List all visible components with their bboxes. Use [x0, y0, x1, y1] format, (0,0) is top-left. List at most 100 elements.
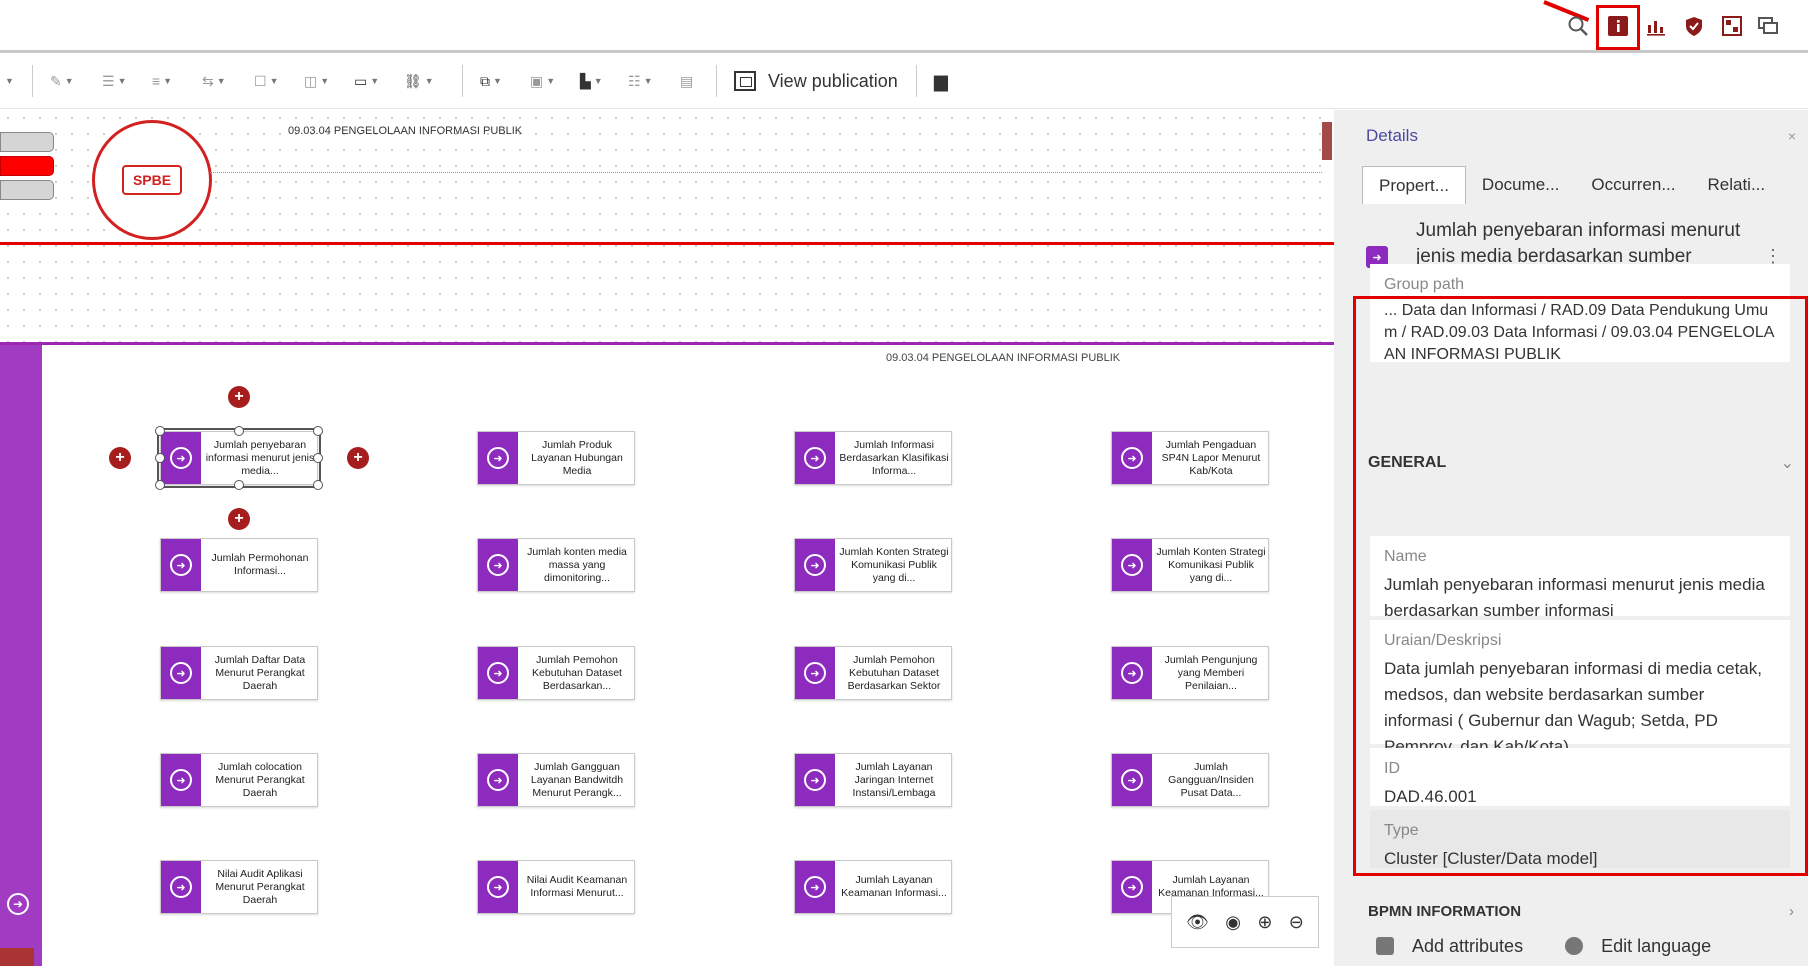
type-field: Type Cluster [Cluster/Data model]	[1370, 810, 1790, 868]
resize-handle[interactable]	[155, 426, 165, 436]
diagram-node[interactable]: ➜ Jumlah Gangguan Layanan Bandwitdh Menur…	[477, 753, 635, 807]
node-icon-bar: ➜	[795, 754, 835, 806]
left-tab-2[interactable]	[0, 156, 54, 176]
node-icon-bar: ➜	[1112, 647, 1152, 699]
comment-icon[interactable]	[1756, 14, 1780, 38]
align-tool[interactable]: ⇆ ▼	[202, 69, 226, 93]
tab-relations[interactable]: Relati...	[1692, 166, 1782, 204]
node-icon-bar: ➜	[161, 432, 201, 484]
left-tab-3[interactable]	[0, 180, 54, 200]
diagram-node[interactable]: ➜ Jumlah Permohonan Informasi...	[160, 538, 318, 592]
add-attributes-button[interactable]: Add attributes	[1376, 936, 1523, 957]
chevron-down-icon: ⌄	[1780, 455, 1794, 472]
resize-handle[interactable]	[234, 480, 244, 490]
top-icon-bar	[0, 0, 1808, 50]
frame-tool[interactable]: ▣ ▼	[530, 69, 555, 93]
cluster-icon: ➜	[1121, 769, 1143, 791]
diagram-canvas[interactable]: SPBE 09.03.04 PENGELOLAAN INFORMASI PUBL…	[0, 110, 1334, 966]
line-style-tool[interactable]: ☰ ▼	[102, 69, 126, 93]
add-left-button[interactable]: +	[109, 447, 131, 469]
header-label: 09.03.04 PENGELOLAAN INFORMASI PUBLIK	[288, 125, 523, 137]
resize-handle[interactable]	[234, 426, 244, 436]
page-tool[interactable]: ▤	[680, 69, 693, 93]
toolbar-dropdown-caret[interactable]: ▼	[2, 69, 14, 93]
publication-icon	[734, 71, 756, 91]
shape-tool[interactable]: ◫ ▼	[304, 69, 329, 93]
resize-handle[interactable]	[155, 480, 165, 490]
shield-icon[interactable]	[1682, 14, 1706, 38]
tab-properties[interactable]: Propert...	[1362, 166, 1466, 204]
node-label: Jumlah Pengunjung yang Memberi Penilaian…	[1164, 653, 1258, 692]
diagram-node[interactable]: ➜ Jumlah Pemohon Kebutuhan Dataset Berdas…	[477, 646, 635, 700]
link-tool[interactable]: ⛓ ▼	[404, 69, 434, 93]
add-below-button[interactable]: +	[228, 508, 250, 530]
zoom-out-icon[interactable]: ⊖	[1289, 912, 1304, 933]
bpmn-label: BPMN INFORMATION	[1368, 902, 1522, 920]
add-above-button[interactable]: +	[228, 386, 250, 408]
line-weight-tool[interactable]: ≡ ▼	[152, 69, 172, 93]
description-label: Uraian/Deskripsi	[1384, 632, 1502, 649]
resize-handle[interactable]	[155, 453, 165, 463]
diagram-node[interactable]: ➜ Nilai Audit Aplikasi Menurut Perangkat …	[160, 860, 318, 914]
diagram-node[interactable]: ➜ Jumlah Daftar Data Menurut Perangkat Da…	[160, 646, 318, 700]
group-path-label: Group path	[1384, 276, 1465, 293]
diagram-node[interactable]: ➜ Jumlah Produk Layanan Hubungan Media	[477, 431, 635, 485]
node-label: Jumlah Konten Strategi Komunikasi Publik…	[1156, 545, 1266, 584]
cluster-icon: ➜	[804, 876, 826, 898]
diagram-node[interactable]: ➜ Jumlah colocation Menurut Perangkat Dae…	[160, 753, 318, 807]
add-comment-icon[interactable]: ▆	[934, 69, 948, 93]
left-tab-1[interactable]	[0, 132, 54, 152]
diagram-node[interactable]: ➜ Nilai Audit Keamanan Informasi Menurut.…	[477, 860, 635, 914]
diagram-node[interactable]: ➜ Jumlah Konten Strategi Komunikasi Publi…	[1111, 538, 1269, 592]
cluster-icon: ➜	[487, 769, 509, 791]
pool-left-band[interactable]: ➜	[0, 345, 42, 966]
node-label: Jumlah Pemohon Kebutuhan Dataset Berdasa…	[532, 653, 622, 692]
cluster-icon: ➜	[804, 554, 826, 576]
resize-handle[interactable]	[313, 480, 323, 490]
zoom-in-icon[interactable]: ⊕	[1257, 912, 1272, 933]
panel-tabs: Propert... Docume... Occurren... Relati.…	[1362, 166, 1781, 204]
tab-documents[interactable]: Docume...	[1466, 166, 1575, 204]
node-label: Jumlah Informasi Berdasarkan Klasifikasi…	[839, 438, 949, 477]
edit-language-button[interactable]: Edit language	[1565, 936, 1711, 957]
node-label: Jumlah Produk Layanan Hubungan Media	[531, 438, 623, 477]
connector-tool[interactable]: ▭ ▼	[354, 69, 379, 93]
highlight-tool[interactable]: ✎ ▼	[50, 69, 74, 93]
resize-handle[interactable]	[313, 453, 323, 463]
bpmn-section-header[interactable]: BPMN INFORMATION ›	[1368, 896, 1794, 926]
cluster-icon: ➜	[487, 662, 509, 684]
view-publication-button[interactable]: View publication	[734, 66, 898, 96]
diagram-node[interactable]: ➜ Jumlah Layanan Keamanan Informasi...	[794, 860, 952, 914]
layout-tool[interactable]: ☷ ▼	[628, 69, 652, 93]
zoom-100-icon[interactable]: ◉	[1225, 912, 1241, 933]
diagram-node[interactable]: ➜ Jumlah Pengunjung yang Memberi Penilaia…	[1111, 646, 1269, 700]
name-field[interactable]: Name Jumlah penyebaran informasi menurut…	[1370, 536, 1790, 620]
diagram-node[interactable]: ➜ Jumlah Gangguan/Insiden Pusat Data...	[1111, 753, 1269, 807]
matrix-icon[interactable]	[1720, 14, 1744, 38]
close-icon[interactable]: ×	[1788, 128, 1796, 144]
diagram-node[interactable]: ➜ Jumlah konten media massa yang dimonito…	[477, 538, 635, 592]
resize-handle[interactable]	[313, 426, 323, 436]
edit-tool[interactable]: ☐ ▼	[254, 69, 278, 93]
eye-icon[interactable]: 👁	[1186, 912, 1209, 933]
add-right-button[interactable]: +	[347, 447, 369, 469]
diagram-node[interactable]: ➜ Jumlah Pengaduan SP4N Lapor Menurut Kab…	[1111, 431, 1269, 485]
diagram-node[interactable]: ➜ Jumlah Pemohon Kebutuhan Dataset Berdas…	[794, 646, 952, 700]
group-tool[interactable]: ⧉ ▼	[480, 69, 502, 93]
diagram-node[interactable]: ➜ Jumlah penyebaran informasi menurut jen…	[157, 428, 321, 488]
diagram-node[interactable]: ➜ Jumlah Layanan Jaringan Internet Instan…	[794, 753, 952, 807]
description-field[interactable]: Uraian/Deskripsi Data jumlah penyebaran …	[1370, 620, 1790, 756]
tab-occurrences[interactable]: Occurren...	[1575, 166, 1691, 204]
chart-icon[interactable]	[1644, 14, 1668, 38]
id-field[interactable]: ID DAD.46.001	[1370, 748, 1790, 806]
header-marker	[1322, 122, 1332, 160]
diagram-node[interactable]: ➜ Jumlah Informasi Berdasarkan Klasifikas…	[794, 431, 952, 485]
cluster-icon: ➜	[170, 769, 192, 791]
search-icon[interactable]	[1566, 14, 1590, 38]
cluster-icon: ➜	[170, 876, 192, 898]
diagram-node[interactable]: ➜ Jumlah Konten Strategi Komunikasi Publi…	[794, 538, 952, 592]
cluster-icon: ➜	[1121, 662, 1143, 684]
distribute-tool[interactable]: ▙ ▼	[580, 69, 603, 93]
group-path-value: ... Data dan Informasi / RAD.09 Data Pen…	[1384, 302, 1775, 363]
general-section-header[interactable]: GENERAL ⌄	[1368, 440, 1794, 486]
